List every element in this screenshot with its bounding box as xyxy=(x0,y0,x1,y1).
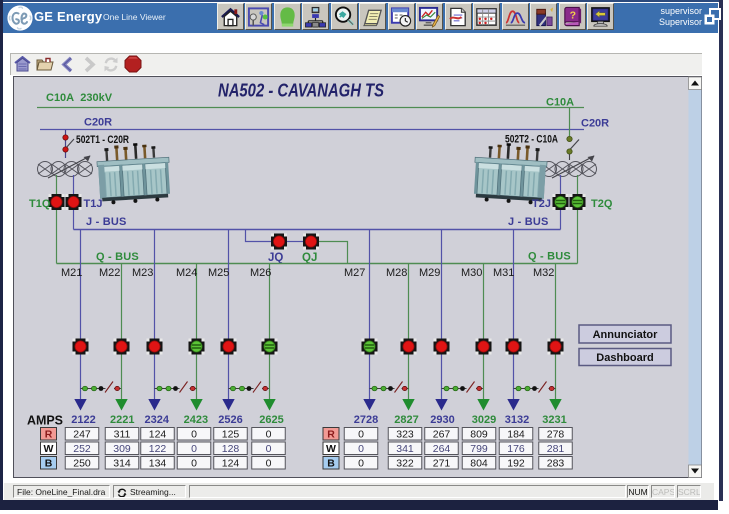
svg-text:2526: 2526 xyxy=(218,414,242,426)
svg-text:264: 264 xyxy=(433,443,451,455)
svg-text:T1Q: T1Q xyxy=(29,198,51,210)
svg-text:502T1 - C20R: 502T1 - C20R xyxy=(76,134,129,146)
svg-text:2324: 2324 xyxy=(145,414,170,426)
svg-text:M21: M21 xyxy=(61,267,82,279)
svg-text:0: 0 xyxy=(358,443,364,455)
svg-text:322: 322 xyxy=(396,458,414,470)
svg-text:Annunciator: Annunciator xyxy=(593,329,658,341)
svg-text:3029: 3029 xyxy=(472,414,496,426)
svg-text:0: 0 xyxy=(266,458,272,470)
svg-text:C20R: C20R xyxy=(581,118,609,130)
svg-text:799: 799 xyxy=(470,443,488,455)
svg-text:314: 314 xyxy=(113,458,131,470)
svg-text:T2J: T2J xyxy=(532,198,551,210)
svg-text:M29: M29 xyxy=(419,267,440,279)
svg-text:0: 0 xyxy=(191,458,197,470)
svg-text:323: 323 xyxy=(396,429,414,441)
svg-text:M32: M32 xyxy=(533,267,554,279)
svg-text:0: 0 xyxy=(191,429,197,441)
svg-text:267: 267 xyxy=(433,429,451,441)
svg-text:R: R xyxy=(45,429,53,441)
svg-text:Dashboard: Dashboard xyxy=(596,352,653,364)
svg-text:T1J: T1J xyxy=(84,198,103,210)
svg-text:192: 192 xyxy=(507,458,525,470)
svg-text:M30: M30 xyxy=(461,267,482,279)
svg-text:Q - BUS: Q - BUS xyxy=(96,251,139,263)
svg-text:252: 252 xyxy=(73,443,91,455)
svg-text:2827: 2827 xyxy=(394,414,418,426)
svg-text:C10A 230kV: C10A 230kV xyxy=(46,92,113,104)
svg-text:J - BUS: J - BUS xyxy=(508,216,549,228)
svg-text:NA502 - CAVANAGH TS: NA502 - CAVANAGH TS xyxy=(218,81,384,101)
svg-text:3231: 3231 xyxy=(542,414,566,426)
svg-text:2930: 2930 xyxy=(430,414,454,426)
svg-text:?: ? xyxy=(570,9,576,21)
svg-text:M24: M24 xyxy=(176,267,197,279)
svg-text:311: 311 xyxy=(114,429,131,441)
svg-text:283: 283 xyxy=(547,458,565,470)
svg-text:JQ: JQ xyxy=(268,252,283,264)
svg-text:128: 128 xyxy=(222,443,240,455)
svg-text:0: 0 xyxy=(358,429,364,441)
svg-text:W: W xyxy=(326,443,336,455)
svg-text:0: 0 xyxy=(191,443,197,455)
svg-text:W: W xyxy=(44,443,54,455)
svg-text:804: 804 xyxy=(470,458,488,470)
svg-text:2423: 2423 xyxy=(184,414,208,426)
svg-text:M25: M25 xyxy=(208,267,229,279)
svg-text:T2Q: T2Q xyxy=(591,198,613,210)
svg-text:B: B xyxy=(327,458,335,470)
svg-text:502T2 - C10A: 502T2 - C10A xyxy=(505,134,558,146)
svg-text:M28: M28 xyxy=(386,267,407,279)
svg-text:B: B xyxy=(45,458,53,470)
svg-text:2221: 2221 xyxy=(110,414,134,426)
svg-text:134: 134 xyxy=(149,458,167,470)
svg-text:124: 124 xyxy=(222,458,240,470)
svg-text:271: 271 xyxy=(433,458,451,470)
svg-text:2122: 2122 xyxy=(71,414,95,426)
svg-text:250: 250 xyxy=(73,458,91,470)
svg-text:176: 176 xyxy=(507,443,525,455)
svg-text:AMPS: AMPS xyxy=(27,414,63,428)
svg-text:0: 0 xyxy=(358,458,364,470)
svg-text:M31: M31 xyxy=(493,267,514,279)
svg-text:184: 184 xyxy=(507,429,525,441)
svg-text:0: 0 xyxy=(266,443,272,455)
svg-text:J - BUS: J - BUS xyxy=(86,216,127,228)
svg-text:2625: 2625 xyxy=(259,414,283,426)
svg-text:C10A: C10A xyxy=(546,97,574,109)
svg-text:Q - BUS: Q - BUS xyxy=(528,251,571,263)
svg-text:281: 281 xyxy=(547,443,565,455)
svg-text:M22: M22 xyxy=(99,267,120,279)
svg-text:M23: M23 xyxy=(132,267,153,279)
svg-text:M26: M26 xyxy=(250,267,271,279)
svg-text:247: 247 xyxy=(73,429,91,441)
svg-text:M27: M27 xyxy=(344,267,365,279)
svg-text:0: 0 xyxy=(266,429,272,441)
svg-text:124: 124 xyxy=(149,429,167,441)
svg-text:C20R: C20R xyxy=(84,117,112,129)
svg-text:3132: 3132 xyxy=(505,414,529,426)
svg-text:R: R xyxy=(327,429,335,441)
svg-text:309: 309 xyxy=(113,443,131,455)
svg-text:809: 809 xyxy=(470,429,488,441)
svg-text:122: 122 xyxy=(149,443,167,455)
svg-text:341: 341 xyxy=(396,443,414,455)
svg-text:QJ: QJ xyxy=(302,252,317,264)
svg-text:125: 125 xyxy=(222,429,240,441)
svg-text:278: 278 xyxy=(547,429,565,441)
svg-text:2728: 2728 xyxy=(354,414,378,426)
